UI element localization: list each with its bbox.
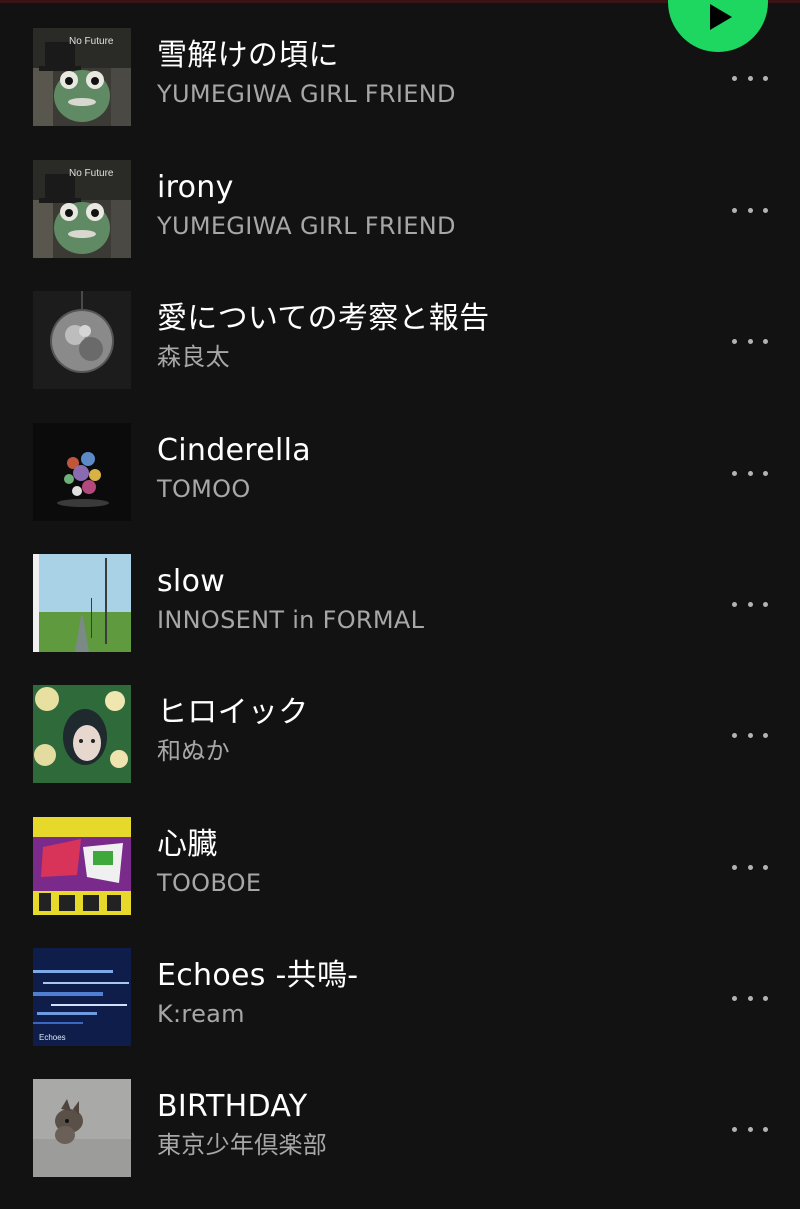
track-title: 愛についての考察と報告 xyxy=(157,301,490,336)
album-cover xyxy=(33,423,131,521)
cover-text: Echoes xyxy=(39,1033,66,1042)
more-options-icon[interactable] xyxy=(726,984,774,1012)
more-options-icon[interactable] xyxy=(726,327,774,355)
track-row[interactable]: slow INNOSENT in FORMAL xyxy=(0,554,800,684)
track-list: No Future 雪解けの頃に YUMEGIWA GIRL FRIEND No… xyxy=(0,0,800,1200)
track-title: BIRTHDAY xyxy=(157,1089,308,1124)
track-title: 心臓 xyxy=(157,827,218,862)
album-cover: No Future xyxy=(33,160,131,258)
track-row[interactable]: 心臓 TOOBOE xyxy=(0,817,800,947)
more-options-icon[interactable] xyxy=(726,721,774,749)
more-options-icon[interactable] xyxy=(726,459,774,487)
more-options-icon[interactable] xyxy=(726,64,774,92)
album-cover xyxy=(33,291,131,389)
track-row[interactable]: ヒロイック 和ぬか xyxy=(0,685,800,815)
track-title: 雪解けの頃に xyxy=(157,38,339,73)
cover-text: No Future xyxy=(69,36,114,47)
track-title: slow xyxy=(157,564,226,599)
play-icon xyxy=(710,4,732,30)
track-artist: TOMOO xyxy=(157,475,251,503)
more-options-icon[interactable] xyxy=(726,196,774,224)
track-row[interactable]: No Future irony YUMEGIWA GIRL FRIEND xyxy=(0,160,800,290)
album-cover: No Future xyxy=(33,28,131,126)
track-row[interactable]: Echoes Echoes -共鳴- K:ream xyxy=(0,948,800,1078)
track-title: Echoes -共鳴- xyxy=(157,958,359,993)
track-title: irony xyxy=(157,170,234,205)
track-artist: 和ぬか xyxy=(157,737,230,765)
cover-text: No Future xyxy=(69,168,114,179)
more-options-icon[interactable] xyxy=(726,853,774,881)
album-cover xyxy=(33,554,131,652)
track-row[interactable]: Cinderella TOMOO xyxy=(0,423,800,553)
track-artist: YUMEGIWA GIRL FRIEND xyxy=(157,212,456,240)
track-artist: 東京少年倶楽部 xyxy=(157,1131,328,1159)
track-artist: 森良太 xyxy=(157,343,230,371)
more-options-icon[interactable] xyxy=(726,1115,774,1143)
track-title: ヒロイック xyxy=(157,695,309,730)
track-artist: YUMEGIWA GIRL FRIEND xyxy=(157,80,456,108)
track-title: Cinderella xyxy=(157,433,311,468)
more-options-icon[interactable] xyxy=(726,590,774,618)
track-artist: K:ream xyxy=(157,1000,245,1028)
track-row[interactable]: No Future 雪解けの頃に YUMEGIWA GIRL FRIEND xyxy=(0,28,800,158)
track-artist: TOOBOE xyxy=(157,869,262,897)
album-cover: Echoes xyxy=(33,948,131,1046)
track-artist: INNOSENT in FORMAL xyxy=(157,606,425,634)
album-cover xyxy=(33,1079,131,1177)
track-row[interactable]: 愛についての考察と報告 森良太 xyxy=(0,291,800,421)
track-row[interactable]: BIRTHDAY 東京少年倶楽部 xyxy=(0,1079,800,1209)
album-cover xyxy=(33,817,131,915)
album-cover xyxy=(33,685,131,783)
